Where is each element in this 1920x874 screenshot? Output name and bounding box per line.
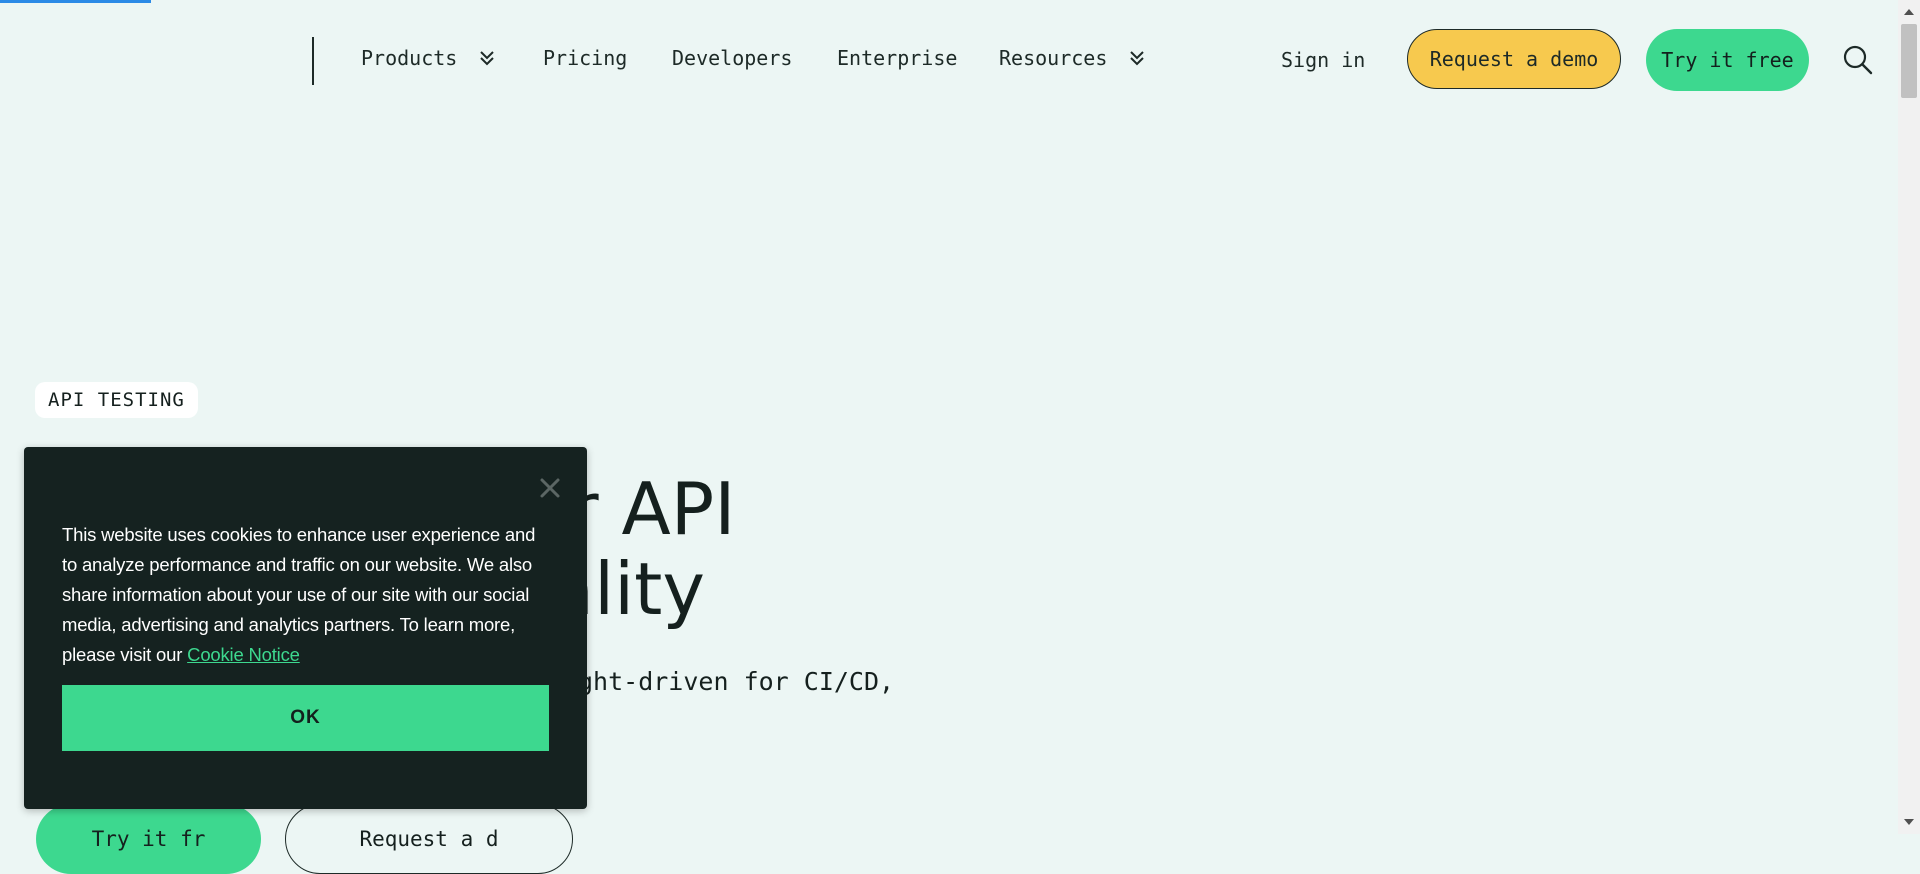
nav-enterprise[interactable]: Enterprise [837, 46, 957, 70]
close-icon[interactable] [537, 475, 563, 501]
site-header: Products Pricing Developers Enterprise R… [0, 0, 1898, 122]
hero-request-demo-button[interactable]: Request a d [285, 804, 573, 874]
chevron-down-icon[interactable] [1128, 48, 1146, 68]
logo-divider [312, 37, 314, 85]
search-icon[interactable] [1842, 44, 1874, 76]
try-free-button[interactable]: Try it free [1646, 29, 1809, 91]
nav-developers[interactable]: Developers [672, 46, 792, 70]
hero-try-free-button[interactable]: Try it fr [36, 804, 261, 874]
nav-products[interactable]: Products [361, 46, 457, 70]
section-eyebrow: API TESTING [35, 382, 198, 418]
scroll-up-arrow-icon[interactable] [1904, 9, 1914, 15]
cookie-notice-link[interactable]: Cookie Notice [187, 644, 300, 665]
request-demo-button[interactable]: Request a demo [1407, 29, 1621, 89]
hero-subtitle-text: ght-driven for CI/CD, [578, 667, 895, 696]
chevron-down-icon[interactable] [478, 48, 496, 68]
sign-in-link[interactable]: Sign in [1281, 48, 1365, 72]
nav-resources[interactable]: Resources [999, 46, 1107, 70]
cookie-ok-button[interactable]: OK [62, 685, 549, 751]
scrollbar-thumb[interactable] [1901, 24, 1917, 98]
nav-pricing[interactable]: Pricing [543, 46, 627, 70]
cookie-message: This website uses cookies to enhance use… [62, 520, 552, 670]
cookie-consent-dialog: This website uses cookies to enhance use… [24, 447, 587, 809]
scroll-down-arrow-icon[interactable] [1904, 819, 1914, 825]
vertical-scrollbar[interactable] [1898, 0, 1920, 834]
